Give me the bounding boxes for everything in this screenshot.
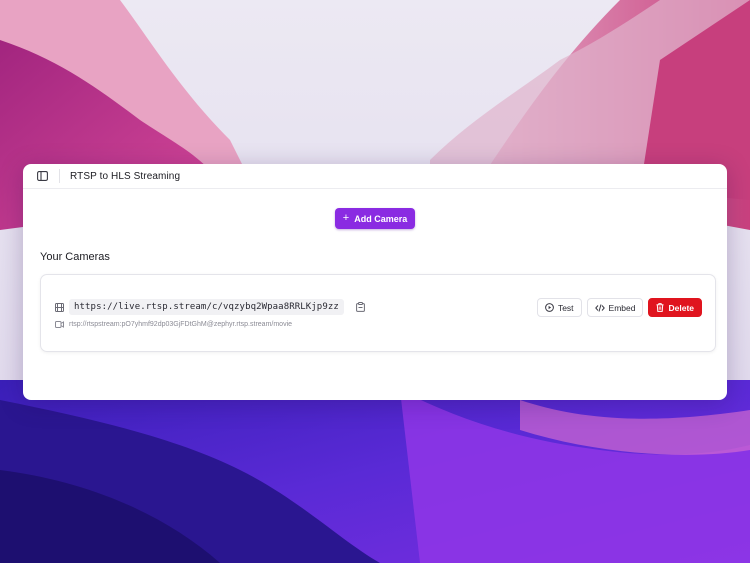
title-bar: RTSP to HLS Streaming: [23, 164, 727, 189]
embed-button[interactable]: Embed: [586, 298, 644, 317]
trash-icon: [656, 303, 664, 312]
camera-card: https://live.rtsp.stream/c/vqzybq2Wpaa8R…: [40, 274, 716, 352]
add-camera-button[interactable]: + Add Camera: [334, 208, 416, 229]
sidebar-panel-icon[interactable]: [35, 169, 49, 183]
delete-label: Delete: [668, 302, 694, 313]
app-window: RTSP to HLS Streaming + Add Camera Your …: [23, 164, 727, 400]
delete-button[interactable]: Delete: [648, 298, 702, 317]
page-title: RTSP to HLS Streaming: [70, 170, 181, 182]
add-camera-label: Add Camera: [354, 213, 408, 224]
play-circle-icon: [545, 303, 554, 312]
video-camera-icon: [55, 321, 64, 328]
section-title: Your Cameras: [40, 251, 110, 263]
plus-icon: +: [342, 212, 350, 224]
rtsp-url: rtsp://rtspstream:pO7yhmf92dp03GjFDtGhM@…: [69, 321, 293, 328]
clipboard-copy-icon[interactable]: [355, 301, 367, 313]
code-icon: [594, 303, 605, 312]
film-icon: [55, 302, 64, 312]
hls-url[interactable]: https://live.rtsp.stream/c/vqzybq2Wpaa8R…: [69, 299, 344, 315]
title-divider: [59, 169, 60, 183]
test-label: Test: [557, 302, 574, 313]
test-button[interactable]: Test: [536, 298, 582, 317]
embed-label: Embed: [608, 302, 636, 313]
